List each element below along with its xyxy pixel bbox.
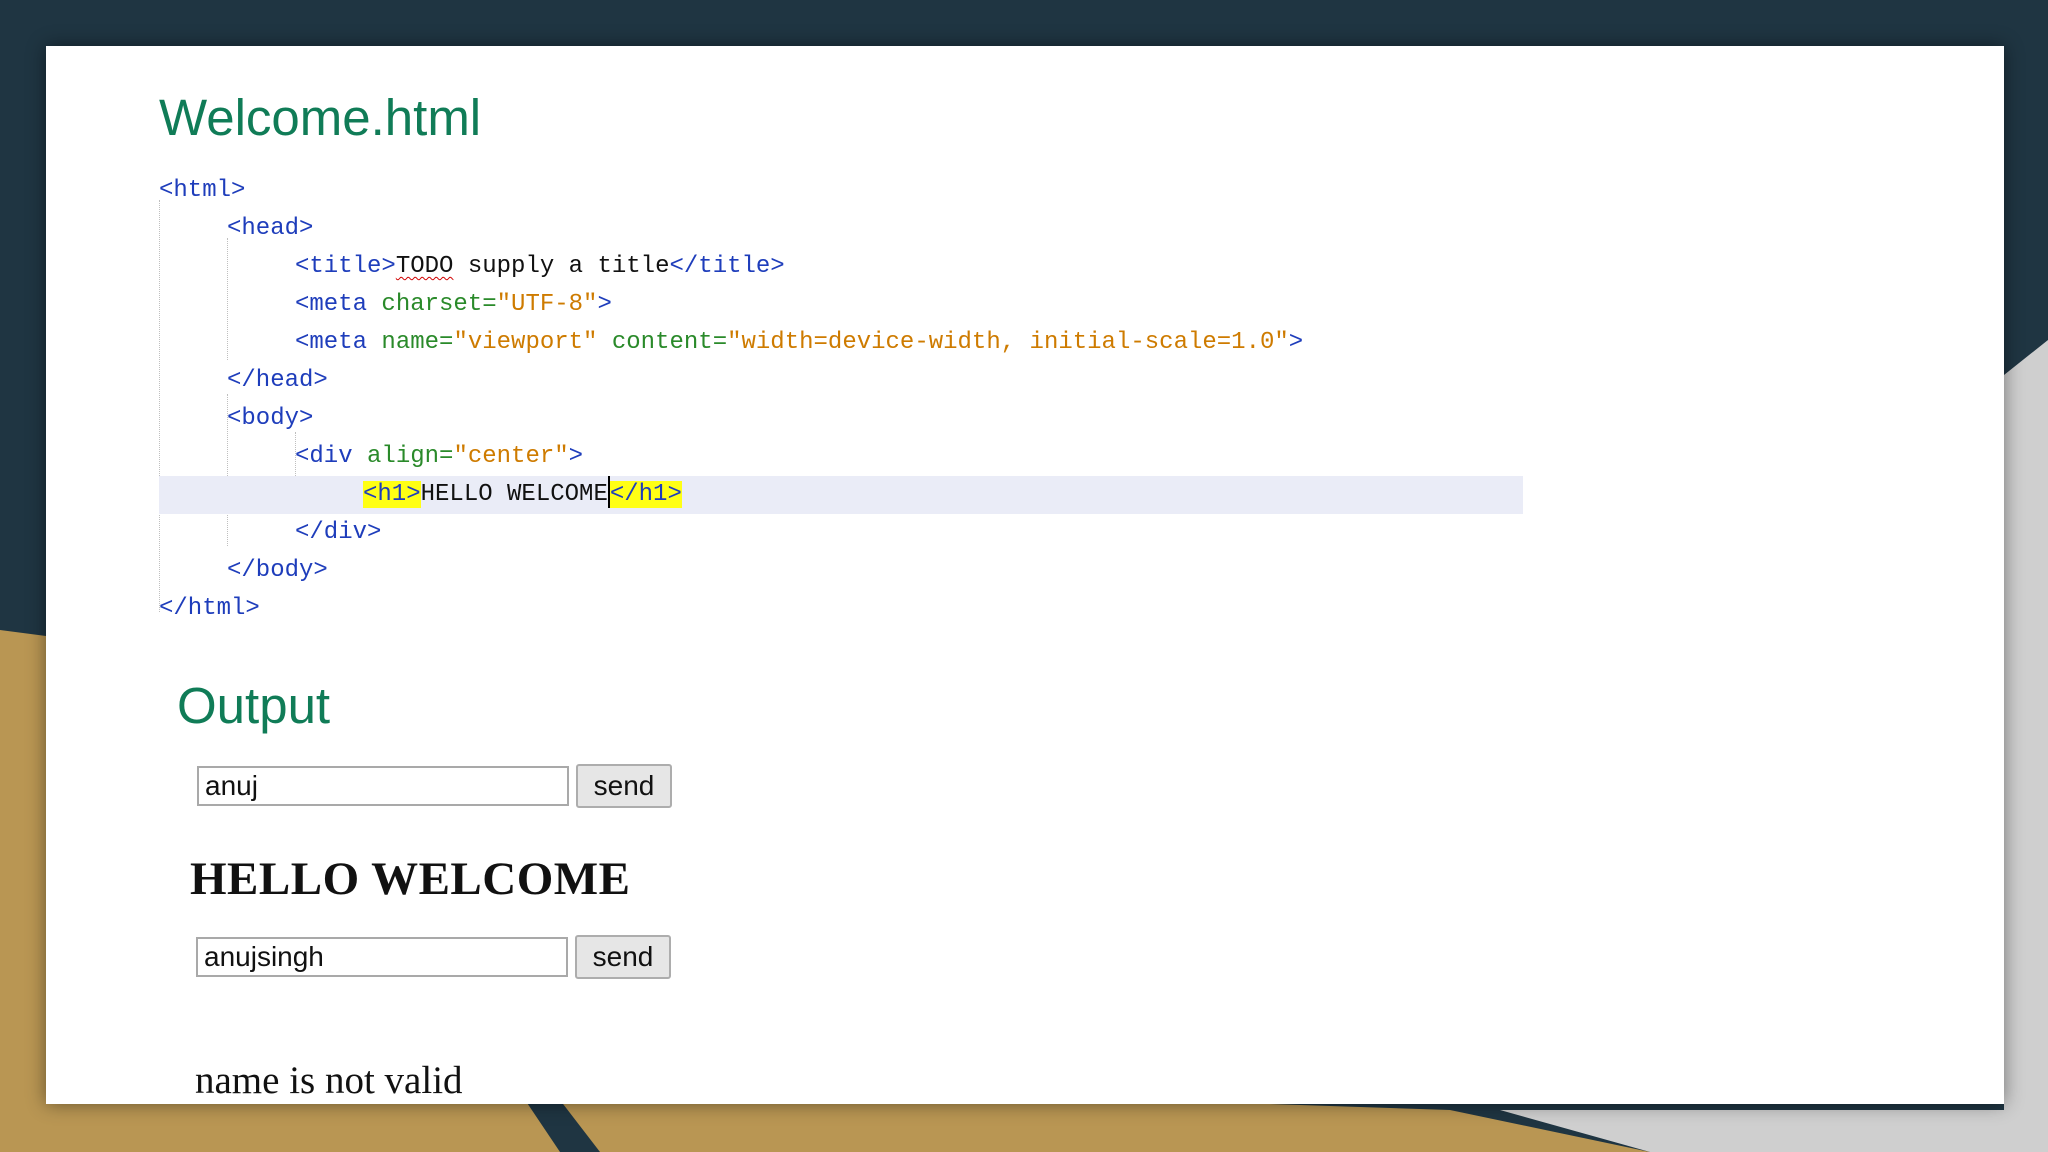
code-line-active: <h1>HELLO WELCOME</h1>	[159, 475, 1523, 514]
slide-title: Welcome.html	[159, 89, 482, 146]
code-line: <html>	[159, 177, 246, 204]
code-line: </body>	[227, 557, 328, 584]
code-line: </head>	[227, 367, 328, 394]
matching-tag-highlight: <h1>	[363, 481, 421, 508]
validation-message: name is not valid	[195, 1059, 463, 1102]
name-input[interactable]	[197, 766, 569, 806]
slide: Welcome.html <html> <head> <title>TODO s…	[46, 46, 2004, 1104]
code-line: </div>	[295, 519, 382, 546]
send-button-second[interactable]: send	[575, 935, 671, 979]
code-line: <title>TODO supply a title</title>	[295, 253, 785, 280]
name-input-second[interactable]	[196, 937, 568, 977]
code-line: <meta name="viewport" content="width=dev…	[295, 329, 1304, 356]
output-welcome-heading: HELLO WELCOME	[190, 853, 631, 905]
spellcheck-word: TODO	[395, 253, 454, 280]
send-button[interactable]: send	[576, 764, 672, 808]
matching-tag-highlight: </h1>	[609, 481, 682, 508]
output-heading: Output	[177, 677, 331, 734]
code-line: <meta charset="UTF-8">	[295, 291, 612, 318]
code-line: <head>	[227, 215, 314, 242]
code-line: </html>	[159, 595, 260, 622]
code-line: <body>	[227, 405, 314, 432]
code-line: <div align="center">	[295, 443, 584, 470]
